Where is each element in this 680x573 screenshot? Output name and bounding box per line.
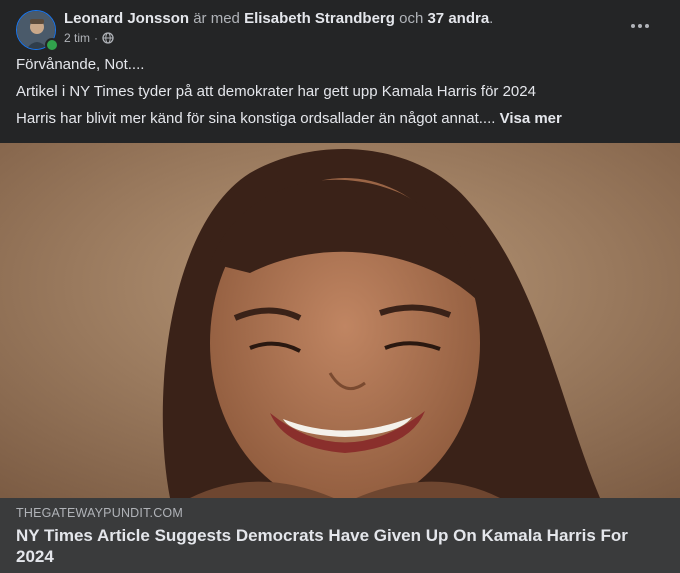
others-link[interactable]: 37 andra: [427, 10, 489, 27]
dot-icon: [631, 24, 635, 28]
see-more-link[interactable]: Visa mer: [500, 110, 562, 127]
portrait-photo: [0, 143, 680, 498]
post-line-1: Förvånande, Not....: [16, 56, 145, 73]
online-status-dot: [45, 38, 59, 52]
and-text: och: [399, 10, 424, 27]
with-text: är med: [193, 10, 240, 27]
post-time[interactable]: 2 tim: [64, 30, 90, 46]
post-text: Förvånande, Not.... Artikel i NY Times t…: [16, 55, 664, 136]
meta-separator: ·: [94, 31, 99, 45]
article-image[interactable]: [0, 143, 680, 498]
feed-post: Leonard Jonsson är med Elisabeth Strandb…: [0, 0, 680, 573]
period: .: [489, 10, 494, 27]
tagged-person[interactable]: Elisabeth Strandberg: [244, 10, 395, 27]
link-title[interactable]: NY Times Article Suggests Democrats Have…: [16, 525, 640, 567]
more-options-button[interactable]: [626, 16, 654, 36]
post-meta: 2 tim ·: [64, 30, 114, 46]
author-line: Leonard Jonsson är med Elisabeth Strandb…: [64, 10, 493, 28]
author-name[interactable]: Leonard Jonsson: [64, 10, 189, 27]
dot-icon: [638, 24, 642, 28]
post-line-3: Harris har blivit mer känd för sina kons…: [16, 109, 664, 129]
post-header: Leonard Jonsson är med Elisabeth Strandb…: [16, 10, 664, 52]
dot-icon: [645, 24, 649, 28]
link-domain: THEGATEWAYPUNDIT.COM: [16, 506, 183, 520]
post-line-3-text: Harris har blivit mer känd för sina kons…: [16, 110, 496, 127]
globe-icon: [102, 32, 114, 44]
link-preview[interactable]: THEGATEWAYPUNDIT.COM NY Times Article Su…: [0, 498, 680, 573]
post-line-2: Artikel i NY Times tyder på att demokrat…: [16, 83, 536, 100]
